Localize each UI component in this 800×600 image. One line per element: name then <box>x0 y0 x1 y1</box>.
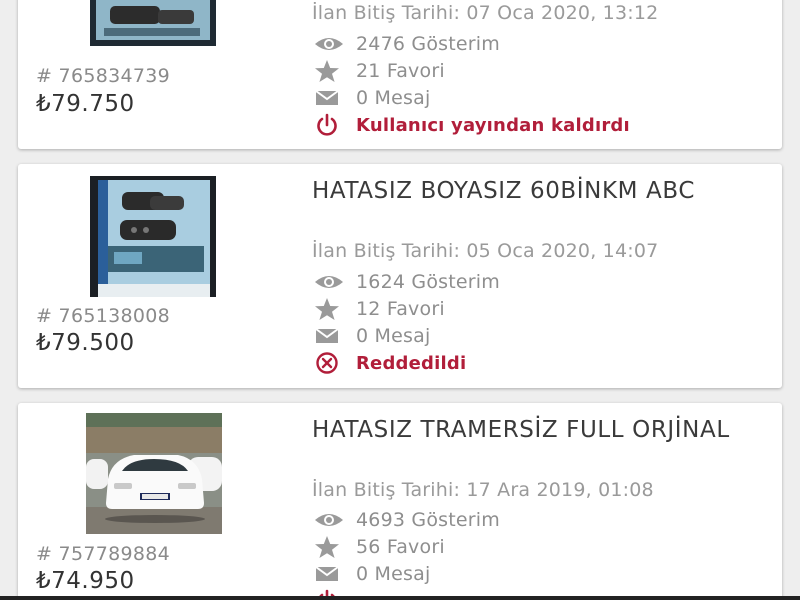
favorites-count: 21 Favori <box>356 60 445 82</box>
listing-card[interactable]: HATASIZ BOYASIZ 60BİNKM ABC İlan Bitiş T… <box>18 164 782 388</box>
status-line: Reddedildi <box>314 351 466 375</box>
favorites-stat: 12 Favori <box>314 297 445 321</box>
messages-stat: 0 Mesaj <box>314 562 430 586</box>
views-count: 1624 Gösterim <box>356 271 500 293</box>
envelope-icon <box>314 87 346 109</box>
envelope-icon <box>314 563 346 585</box>
favorites-count: 56 Favori <box>356 536 445 558</box>
favorites-stat: 21 Favori <box>314 59 445 83</box>
listing-photo[interactable] <box>86 413 222 534</box>
listing-price: ₺79.500 <box>36 330 135 356</box>
ad-number: # 765834739 <box>36 65 171 87</box>
messages-stat: 0 Mesaj <box>314 324 430 348</box>
listing-price: ₺79.750 <box>36 91 135 117</box>
star-icon <box>314 60 346 82</box>
listings-viewport[interactable]: İlan Bitiş Tarihi: 07 Oca 2020, 13:12 24… <box>0 0 800 600</box>
messages-count: 0 Mesaj <box>356 325 431 347</box>
listing-photo[interactable] <box>90 0 216 46</box>
star-icon <box>314 536 346 558</box>
status-line: Kullanıcı yayından kaldırdı <box>314 113 630 137</box>
eye-icon <box>314 33 346 55</box>
views-stat: 2476 Gösterim <box>314 32 500 56</box>
views-stat: 1624 Gösterim <box>314 270 500 294</box>
views-stat: 4693 Gösterim <box>314 508 500 532</box>
envelope-icon <box>314 325 346 347</box>
messages-count: 0 Mesaj <box>356 563 431 585</box>
circle-x-icon <box>314 352 346 374</box>
views-count: 4693 Gösterim <box>356 509 500 531</box>
eye-icon <box>314 271 346 293</box>
power-icon <box>314 113 346 136</box>
listing-card[interactable]: İlan Bitiş Tarihi: 07 Oca 2020, 13:12 24… <box>18 0 782 149</box>
favorites-stat: 56 Favori <box>314 535 445 559</box>
ad-number: # 765138008 <box>36 305 171 327</box>
listing-title[interactable]: HATASIZ TRAMERSİZ FULL ORJİNAL <box>312 417 772 444</box>
star-icon <box>314 298 346 320</box>
eye-icon <box>314 509 346 531</box>
listing-end-date: İlan Bitiş Tarihi: 17 Ara 2019, 01:08 <box>312 479 654 501</box>
listing-title[interactable]: HATASIZ BOYASIZ 60BİNKM ABC <box>312 178 772 205</box>
listing-photo[interactable] <box>90 176 216 297</box>
messages-count: 0 Mesaj <box>356 87 431 109</box>
listing-end-date: İlan Bitiş Tarihi: 07 Oca 2020, 13:12 <box>312 2 659 24</box>
listing-end-date: İlan Bitiş Tarihi: 05 Oca 2020, 14:07 <box>312 240 659 262</box>
favorites-count: 12 Favori <box>356 298 445 320</box>
listing-card[interactable]: HATASIZ TRAMERSİZ FULL ORJİNAL İlan Biti… <box>18 403 782 600</box>
views-count: 2476 Gösterim <box>356 33 500 55</box>
bottom-edge-bar <box>0 596 800 600</box>
messages-stat: 0 Mesaj <box>314 86 430 110</box>
listing-price: ₺74.950 <box>36 568 135 594</box>
ad-number: # 757789884 <box>36 543 171 565</box>
status-text: Kullanıcı yayından kaldırdı <box>356 114 630 136</box>
status-text: Reddedildi <box>356 352 467 374</box>
